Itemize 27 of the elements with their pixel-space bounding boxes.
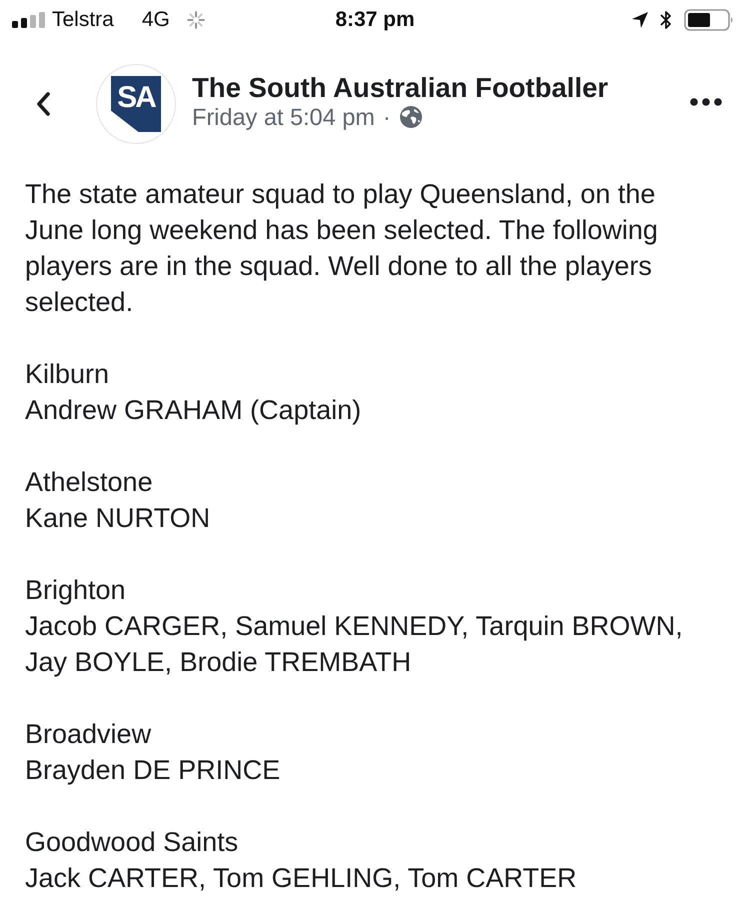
signal-bars-icon bbox=[12, 12, 46, 28]
bluetooth-icon bbox=[660, 10, 672, 30]
page-name[interactable]: The South Australian Footballer bbox=[192, 72, 608, 104]
player-names: Jack CARTER, Tom GEHLING, Tom CARTER bbox=[25, 862, 577, 895]
club-name: Brighton bbox=[25, 574, 126, 607]
globe-icon bbox=[398, 105, 423, 129]
more-options-icon[interactable] bbox=[690, 98, 722, 106]
status-time: 8:37 pm bbox=[335, 8, 415, 32]
club-name: Broadview bbox=[25, 718, 152, 751]
player-names: Kane NURTON bbox=[25, 502, 210, 535]
network-type: 4G bbox=[142, 8, 170, 32]
post-text: The state amateur squad to play Queensland, on the June long weekend has been selected. The following players are in the squad. Well done to all the players selected. bbox=[25, 178, 659, 319]
club-name: Goodwood Saints bbox=[25, 826, 238, 859]
separator-dot: · bbox=[382, 104, 391, 130]
back-chevron-icon[interactable] bbox=[36, 92, 50, 116]
page-avatar[interactable]: SA bbox=[96, 64, 176, 144]
player-names: Andrew GRAHAM (Captain) bbox=[25, 394, 362, 427]
carrier-name: Telstra bbox=[52, 8, 114, 32]
post-timestamp[interactable]: Friday at 5:04 pm bbox=[192, 104, 375, 130]
club-name: Kilburn bbox=[25, 358, 110, 391]
player-names: Jacob CARGER, Samuel KENNEDY, Tarquin BROWN, Jay BOYLE, Brodie TREMBATH bbox=[25, 610, 684, 679]
location-arrow-icon bbox=[632, 12, 648, 28]
player-names: Brayden DE PRINCE bbox=[25, 754, 280, 787]
page-logo: SA bbox=[111, 76, 161, 132]
loading-spinner-icon bbox=[186, 10, 206, 30]
club-name: Athelstone bbox=[25, 466, 153, 499]
battery-icon bbox=[684, 9, 734, 31]
